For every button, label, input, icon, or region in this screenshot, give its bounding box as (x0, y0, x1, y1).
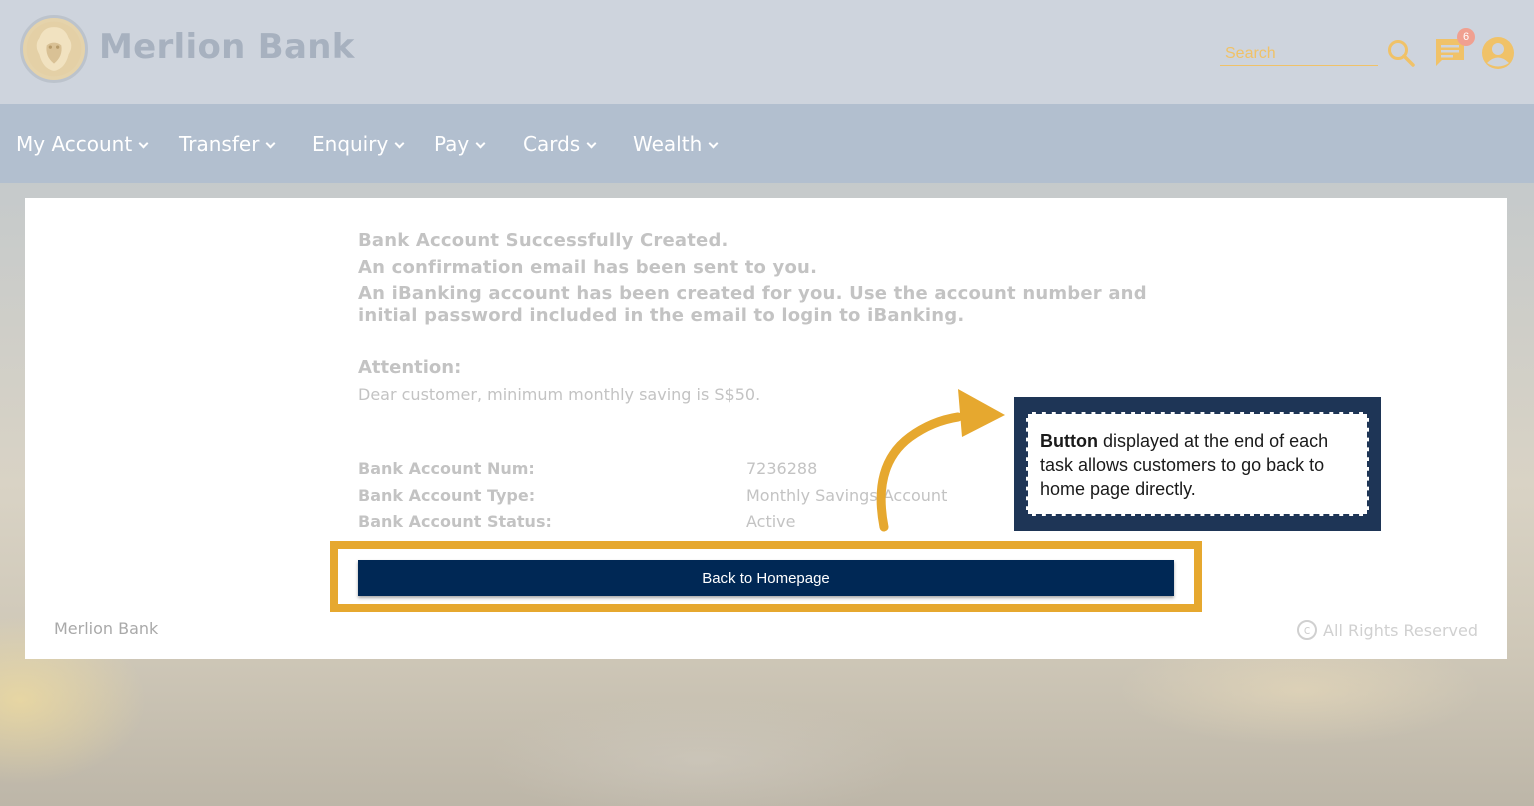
nav-label: Enquiry (312, 132, 389, 156)
brand-name: Merlion Bank (99, 27, 355, 67)
search-field[interactable] (1220, 42, 1378, 66)
ibanking-message: An iBanking account has been created for… (358, 283, 1147, 326)
nav-cards[interactable]: Cards (523, 132, 597, 156)
annotation-callout: Button displayed at the end of each task… (1014, 397, 1381, 531)
nav-label: Transfer (179, 132, 260, 156)
copyright-icon: c (1297, 620, 1318, 640)
notification-badge: 6 (1457, 28, 1475, 46)
detail-value: Active (746, 512, 796, 531)
chevron-down-icon (586, 138, 597, 149)
nav-pay[interactable]: Pay (434, 132, 486, 156)
detail-label: Bank Account Num: (358, 459, 535, 478)
nav-label: Cards (523, 132, 581, 156)
lion-logo-icon[interactable] (20, 15, 88, 83)
nav-label: Pay (434, 132, 470, 156)
user-icon[interactable] (1481, 36, 1515, 70)
top-header: Merlion Bank 6 (0, 0, 1534, 104)
attention-title: Attention: (358, 357, 462, 378)
search-icon[interactable] (1386, 38, 1416, 68)
search-input[interactable] (1220, 42, 1378, 65)
nav-label: Wealth (633, 132, 703, 156)
back-to-homepage-button[interactable]: Back to Homepage (358, 560, 1174, 596)
chevron-down-icon (475, 138, 486, 149)
nav-my-account[interactable]: My Account (16, 132, 149, 156)
detail-label: Bank Account Status: (358, 512, 552, 531)
detail-value: 7236288 (746, 459, 818, 478)
copyright-text: All Rights Reserved (1323, 620, 1478, 640)
detail-label: Bank Account Type: (358, 486, 536, 505)
nav-label: My Account (16, 132, 133, 156)
nav-transfer[interactable]: Transfer (179, 132, 276, 156)
attention-text: Dear customer, minimum monthly saving is… (358, 385, 761, 404)
nav-wealth[interactable]: Wealth (633, 132, 719, 156)
footer-brand: Merlion Bank (54, 619, 159, 638)
chevron-down-icon (265, 138, 276, 149)
callout-text: Button displayed at the end of each task… (1026, 412, 1369, 516)
chevron-down-icon (708, 138, 719, 149)
nav-enquiry[interactable]: Enquiry (312, 132, 405, 156)
callout-arrow-icon (876, 389, 1005, 532)
success-message: Bank Account Successfully Created. (358, 230, 729, 251)
chevron-down-icon (138, 138, 149, 149)
footer-copyright: c All Rights Reserved (1297, 620, 1478, 640)
email-confirmation-message: An confirmation email has been sent to y… (358, 257, 818, 278)
chevron-down-icon (394, 138, 405, 149)
callout-bold: Button (1040, 431, 1098, 451)
button-highlight-frame: Back to Homepage (330, 541, 1202, 612)
main-nav: My Account Transfer Enquiry Pay Cards We… (0, 104, 1534, 183)
